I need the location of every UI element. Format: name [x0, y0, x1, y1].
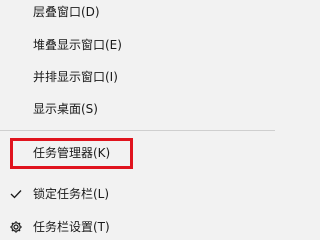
menu-item-label: 任务管理器(K) — [33, 146, 111, 160]
checkmark-icon — [8, 186, 24, 202]
menu-item-show-windows-side-by-side[interactable]: 并排显示窗口(I) — [0, 61, 275, 93]
menu-item-show-desktop[interactable]: 显示桌面(S) — [0, 93, 275, 125]
menu-item-taskbar-settings[interactable]: 任务栏设置(T) — [0, 211, 275, 240]
menu-item-cascade-windows[interactable]: 层叠窗口(D) — [0, 0, 275, 28]
gear-icon — [8, 219, 24, 235]
menu-item-lock-taskbar[interactable]: 锁定任务栏(L) — [0, 178, 275, 210]
menu-item-label: 堆叠显示窗口(E) — [33, 38, 122, 52]
menu-item-label: 任务栏设置(T) — [33, 220, 110, 234]
menu-separator — [0, 130, 275, 131]
menu-item-show-windows-stacked[interactable]: 堆叠显示窗口(E) — [0, 29, 275, 61]
taskbar-context-menu: 层叠窗口(D) 堆叠显示窗口(E) 并排显示窗口(I) 显示桌面(S) 任务管理… — [0, 0, 275, 240]
menu-item-label: 并排显示窗口(I) — [33, 70, 118, 84]
menu-item-label: 显示桌面(S) — [33, 102, 98, 116]
menu-item-task-manager[interactable]: 任务管理器(K) — [0, 137, 275, 169]
menu-item-label: 锁定任务栏(L) — [33, 187, 110, 201]
menu-item-label: 层叠窗口(D) — [33, 5, 100, 19]
